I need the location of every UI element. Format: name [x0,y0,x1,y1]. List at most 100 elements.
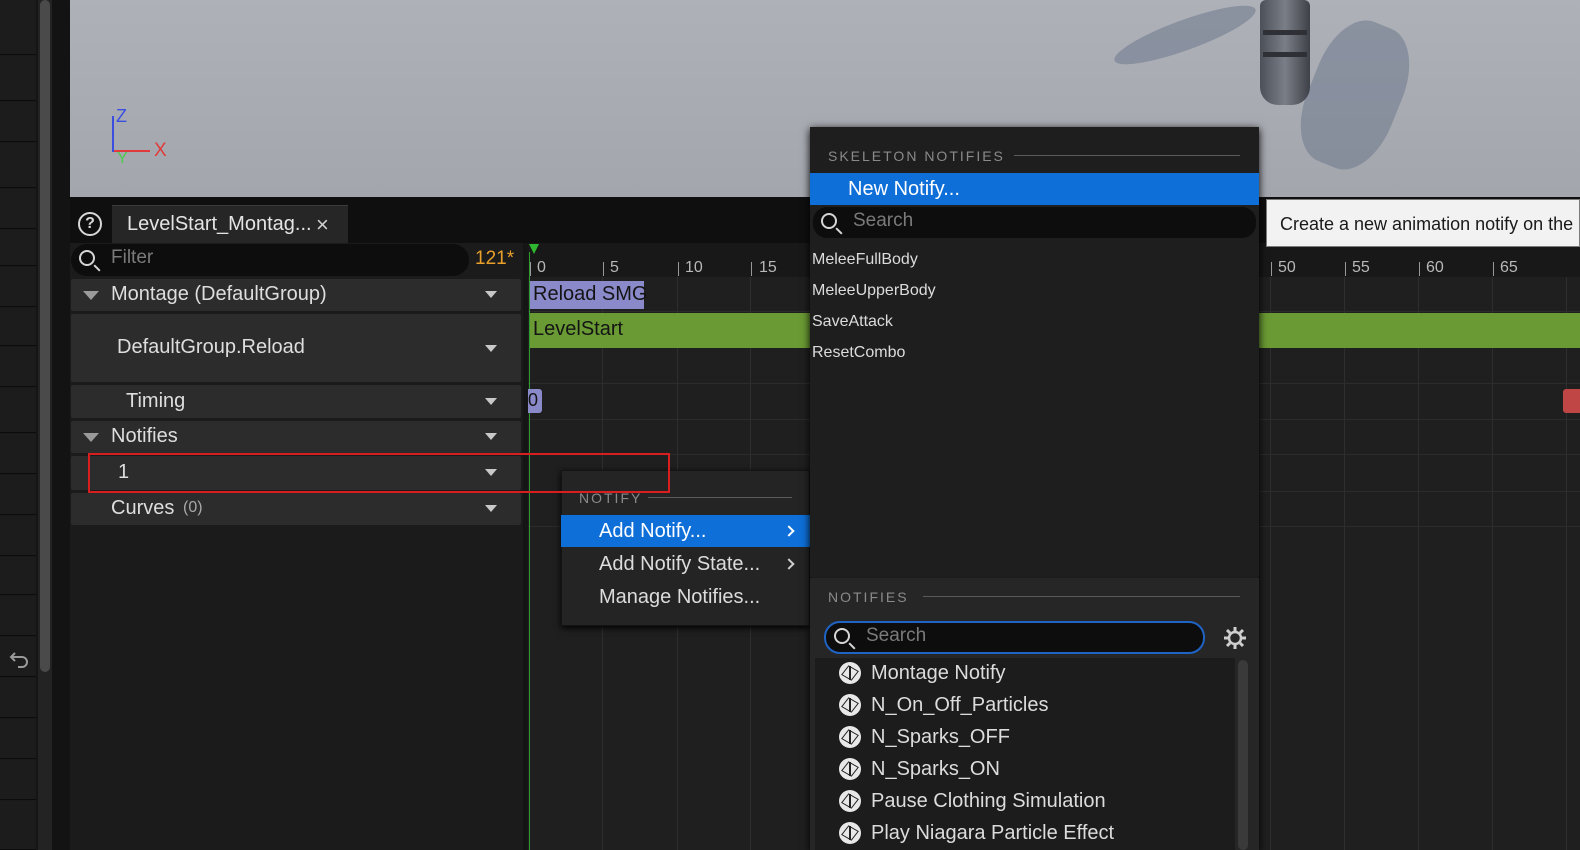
grid-line [1270,277,1271,850]
slot-segment-label: Reload SMG [533,283,648,305]
strip-cell[interactable] [0,189,36,229]
boot-strap [1263,30,1307,35]
tab-title: LevelStart_Montag... [127,213,312,235]
ruler-tick [1419,262,1420,276]
dropdown-arrow-icon[interactable] [485,345,497,352]
chevron-right-icon [783,558,795,570]
strip-cell[interactable] [0,516,36,556]
skeleton-notify-item[interactable]: MeleeUpperBody [812,282,936,300]
search-placeholder: Search [866,625,927,646]
track-row-montage[interactable]: Montage (DefaultGroup) [71,279,521,311]
panel-gap [52,0,70,850]
menu-item-add-notify-state[interactable]: Add Notify State... [561,548,810,580]
strip-cell[interactable] [0,434,36,474]
ruler-label: 0 [537,259,546,276]
settings-gear-icon[interactable] [1222,625,1248,651]
slot-segment[interactable]: Reload SMG [530,281,648,309]
strip-cell[interactable] [0,56,36,101]
menu-item-label: Add Notify State... [599,553,761,575]
track-label: Curves [111,497,175,519]
ruler-label: 15 [759,259,777,276]
collapse-icon[interactable] [83,433,99,442]
grid-line [1492,277,1493,850]
strip-cell[interactable] [0,719,36,759]
z-axis-line [112,116,114,152]
notifies-search-input[interactable]: Search [824,621,1205,654]
undo-cell[interactable] [0,637,36,677]
left-scrollbar-thumb[interactable] [40,0,50,672]
track-row-timing[interactable]: Timing [71,385,521,418]
menu-item-add-notify[interactable]: Add Notify... [561,515,810,547]
dropdown-arrow-icon[interactable] [485,433,497,440]
skeleton-notify-item[interactable]: SaveAttack [812,313,893,331]
ruler-label: 10 [685,259,703,276]
notify-item-pause-clothing[interactable]: Pause Clothing Simulation [815,786,1235,816]
strip-cell[interactable] [0,143,36,188]
notify-item-on-off-particles[interactable]: N_On_Off_Particles [815,690,1235,720]
collapse-icon[interactable] [83,291,99,300]
notify-cube-icon [839,726,861,748]
notifies-scrollbar[interactable] [1238,660,1248,850]
track-row-notifies[interactable]: Notifies [71,421,521,453]
notify-item-label: N_Sparks_OFF [871,726,1010,748]
grid-line [1566,277,1567,850]
help-icon[interactable]: ? [78,212,102,236]
strip-cell[interactable] [0,0,36,55]
track-row-slot[interactable]: DefaultGroup.Reload [71,314,521,382]
strip-cell[interactable] [0,801,36,850]
search-icon [834,628,850,644]
notifies-header: NOTIFIES [828,589,909,605]
notify-cube-icon [839,662,861,684]
notify-cube-icon [839,822,861,844]
annotation-highlight-box [88,453,670,493]
axis-x-label: X [154,140,167,161]
ruler-tick [1345,262,1346,276]
strip-cell[interactable] [0,557,36,595]
menu-item-new-notify[interactable]: New Notify... [810,173,1259,205]
skeleton-notify-item[interactable]: MeleeFullBody [812,251,918,269]
tab-close-icon[interactable]: × [316,212,329,238]
track-label: Timing [126,390,186,412]
strip-cell[interactable] [0,760,36,800]
strip-cell[interactable] [0,388,36,433]
ruler-label: 55 [1352,259,1370,276]
timing-marker[interactable]: 0 [528,389,542,413]
strip-cell[interactable] [0,347,36,387]
dropdown-arrow-icon[interactable] [485,398,497,405]
ruler-tick [1493,262,1494,276]
ruler-tick [678,262,679,276]
track-row-curves[interactable]: Curves (0) [71,493,521,525]
skeleton-notify-item[interactable]: ResetCombo [812,344,905,362]
end-marker[interactable] [1563,389,1580,413]
playhead-handle[interactable] [529,244,539,254]
menu-item-manage-notifies[interactable]: Manage Notifies... [561,581,810,613]
ruler-tick [1271,262,1272,276]
menu-item-label: Manage Notifies... [599,586,761,608]
notify-item-montage-notify[interactable]: Montage Notify [815,658,1235,688]
skeleton-notify-search-input[interactable]: Search [813,207,1256,238]
undo-icon [9,652,28,668]
menu-item-label: New Notify... [848,178,960,200]
character-shadow [1109,0,1261,75]
notify-item-play-niagara[interactable]: Play Niagara Particle Effect [815,818,1235,848]
strip-cell[interactable] [0,596,36,636]
ruler-tick [603,262,604,276]
ruler-tick [751,262,752,276]
strip-cell[interactable] [0,308,36,346]
notify-item-sparks-on[interactable]: N_Sparks_ON [815,754,1235,784]
strip-cell[interactable] [0,230,36,266]
axis-y-label: Y [117,150,128,167]
strip-cell[interactable] [0,475,36,515]
grid-line [1418,277,1419,850]
filter-input[interactable]: Filter [71,244,469,276]
dropdown-arrow-icon[interactable] [485,291,497,298]
strip-cell[interactable] [0,102,36,142]
ruler-label: 60 [1426,259,1444,276]
strip-cell[interactable] [0,678,36,718]
tab-levelstart-montage[interactable]: LevelStart_Montag... × [112,205,348,243]
dropdown-arrow-icon[interactable] [485,505,497,512]
boot-strap [1263,52,1307,57]
strip-cell[interactable] [0,267,36,307]
tooltip-text: Create a new animation notify on the [1280,214,1574,234]
notify-item-sparks-off[interactable]: N_Sparks_OFF [815,722,1235,752]
